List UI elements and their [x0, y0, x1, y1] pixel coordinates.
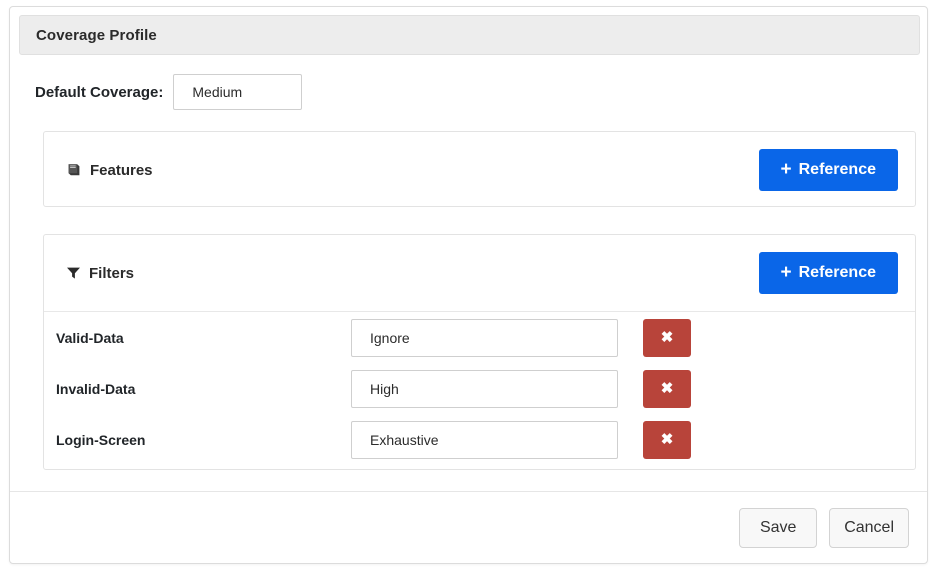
- filters-panel-header: Filters + Reference: [44, 235, 915, 311]
- filters-panel-title-text: Filters: [89, 264, 135, 282]
- delete-filter-button[interactable]: ✖: [643, 318, 691, 357]
- close-icon: ✖: [660, 431, 674, 448]
- filter-name-label: Login-Screen: [56, 431, 146, 448]
- filters-add-reference-label: Reference: [798, 264, 876, 281]
- filters-panel: Filters + Reference Valid-Data ✖ Invalid…: [43, 234, 916, 470]
- dialog-footer: Save Cancel: [10, 492, 927, 563]
- save-button[interactable]: Save: [739, 508, 818, 548]
- filters-list: Valid-Data ✖ Invalid-Data ✖ Login-Screen…: [44, 312, 915, 465]
- filter-name-label: Valid-Data: [56, 329, 124, 346]
- features-panel-title-text: Features: [90, 161, 153, 179]
- delete-filter-button[interactable]: ✖: [643, 369, 691, 408]
- close-icon: ✖: [660, 329, 674, 346]
- features-panel-header: Features + Reference: [44, 132, 915, 208]
- features-add-reference-button[interactable]: + Reference: [758, 149, 898, 191]
- delete-filter-button[interactable]: ✖: [643, 420, 691, 459]
- filter-coverage-input[interactable]: [351, 318, 618, 357]
- cancel-button[interactable]: Cancel: [829, 508, 909, 548]
- default-coverage-row: Default Coverage:: [10, 69, 927, 115]
- table-row: Login-Screen ✖: [44, 414, 915, 465]
- table-row: Invalid-Data ✖: [44, 363, 915, 414]
- page-title: Coverage Profile: [36, 26, 157, 44]
- plus-icon: +: [780, 261, 792, 283]
- default-coverage-label: Default Coverage:: [35, 83, 164, 101]
- features-add-reference-label: Reference: [798, 161, 876, 178]
- filters-panel-title: Filters: [66, 265, 134, 282]
- dialog-header: Coverage Profile: [19, 15, 920, 55]
- plus-icon: +: [780, 158, 792, 180]
- features-panel-title: Features: [66, 162, 153, 179]
- features-panel: Features + Reference: [43, 131, 916, 207]
- filter-coverage-input[interactable]: [351, 420, 618, 459]
- close-icon: ✖: [660, 380, 674, 397]
- filter-coverage-input[interactable]: [351, 369, 618, 408]
- funnel-icon: [66, 266, 81, 280]
- filter-name-label: Invalid-Data: [56, 380, 136, 397]
- book-icon: [66, 163, 82, 178]
- default-coverage-input[interactable]: [173, 74, 303, 110]
- filters-add-reference-button[interactable]: + Reference: [758, 252, 898, 294]
- coverage-profile-dialog: Coverage Profile Default Coverage: Featu…: [9, 6, 928, 564]
- table-row: Valid-Data ✖: [44, 312, 915, 363]
